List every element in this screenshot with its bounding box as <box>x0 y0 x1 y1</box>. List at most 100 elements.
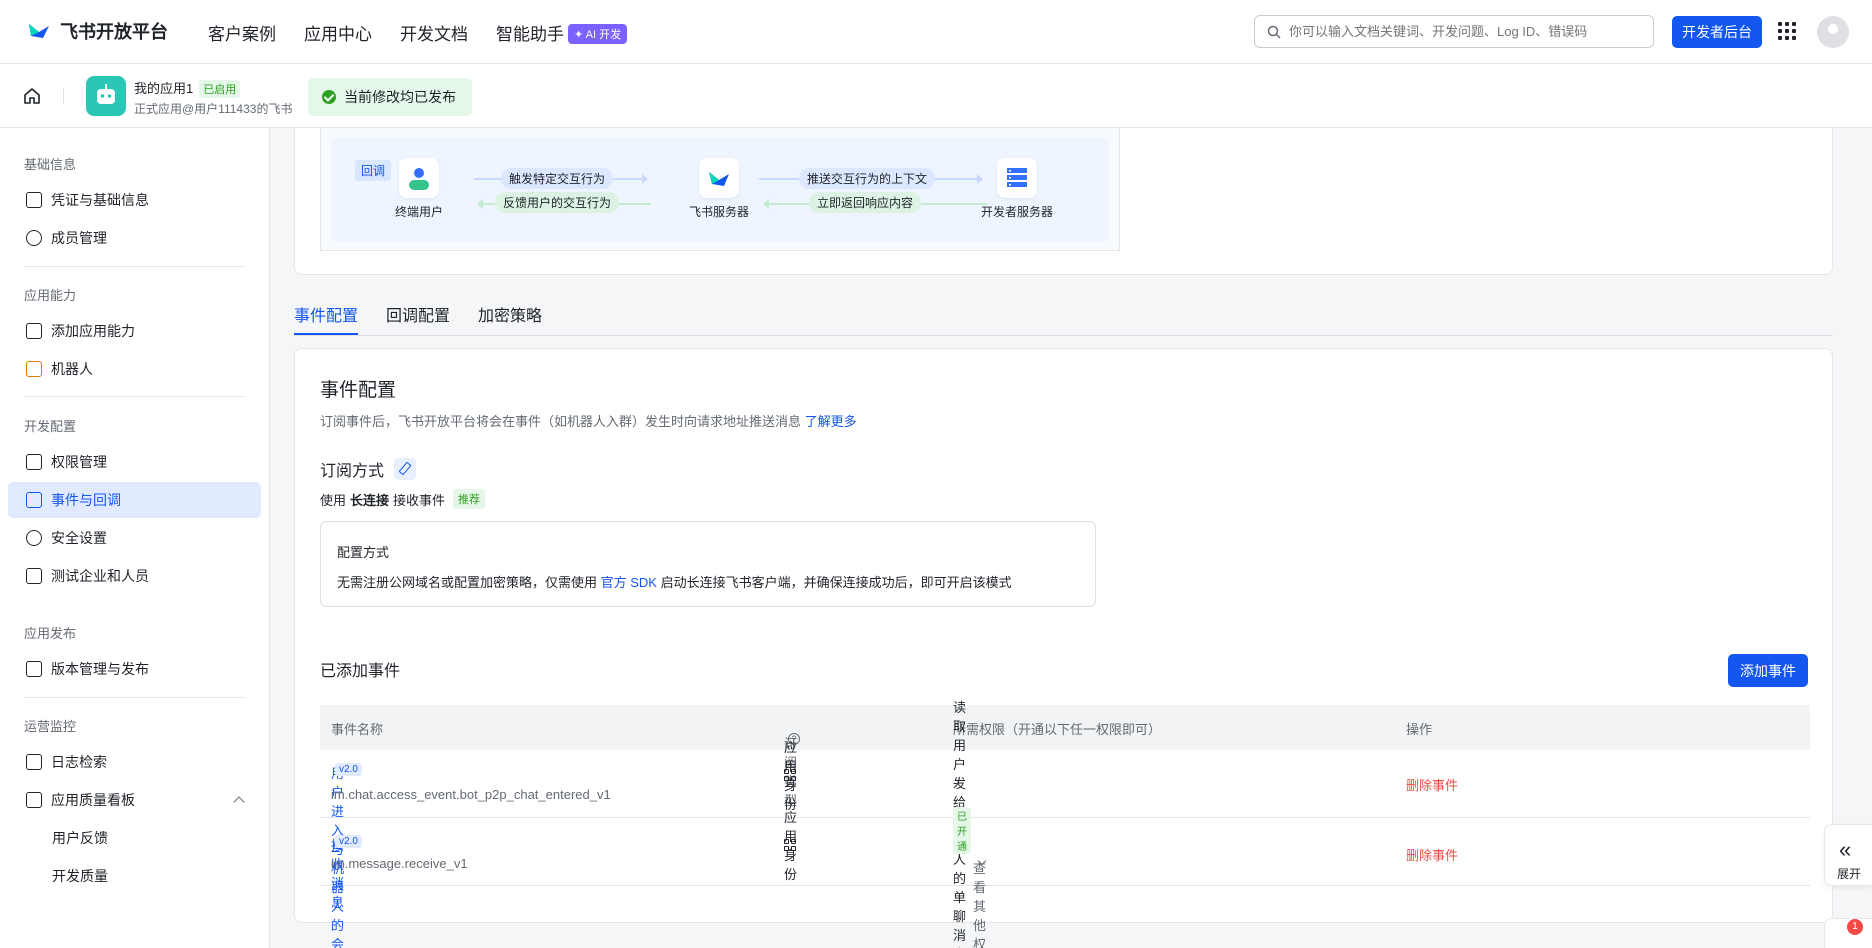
config-method-box: 配置方式 无需注册公网域名或配置加密策略，仅需使用 官方 SDK 启动长连接飞书… <box>320 521 1096 607</box>
sidebar-item-quality-dashboard[interactable]: 应用质量看板 <box>8 782 261 818</box>
subscribe-mode-title: 订阅方式 <box>320 463 385 480</box>
sidebar-item-logs[interactable]: 日志检索 <box>8 744 261 780</box>
apps-grid-icon[interactable] <box>1778 22 1796 40</box>
app-owner: 正式应用@用户111433的飞书 <box>134 102 293 116</box>
view-more-permissions-label: 查看其他权限 <box>973 861 987 948</box>
sidebar-item-permissions[interactable]: 权限管理 <box>8 444 261 480</box>
sidebar: 基础信息 凭证与基础信息 成员管理 应用能力 添加应用能力 机器人 开发配置 权… <box>0 128 270 948</box>
use-prefix: 使用 <box>320 492 347 508</box>
recommend-badge: 推荐 <box>453 489 486 509</box>
grid-plus-icon <box>26 323 42 339</box>
upload-icon <box>26 661 42 677</box>
sidebar-item-label: 用户反馈 <box>52 830 108 846</box>
col-event-name: 事件名称 <box>331 722 384 737</box>
arrow-label-trigger: 触发特定交互行为 <box>501 168 614 189</box>
brand-logo[interactable]: 飞书开放平台 <box>26 18 168 44</box>
sidebar-item-label: 添加应用能力 <box>51 323 135 339</box>
sidebar-item-members[interactable]: 成员管理 <box>8 220 261 256</box>
node-end-user: 终端用户 <box>394 205 443 219</box>
sidebar-item-label: 权限管理 <box>51 454 107 470</box>
sidebar-item-label: 版本管理与发布 <box>51 661 149 677</box>
subscription-type: 应用身份 <box>784 740 798 812</box>
sidebar-group-release: 应用发布 <box>24 626 77 641</box>
developer-server-icon <box>997 158 1037 198</box>
ai-badge: ✦ AI 开发 <box>568 24 628 44</box>
subscribe-mode-heading: 订阅方式 <box>320 457 417 481</box>
add-event-button[interactable]: 添加事件 <box>1728 654 1808 687</box>
sidebar-item-credentials[interactable]: 凭证与基础信息 <box>8 182 261 218</box>
sidebar-item-versions[interactable]: 版本管理与发布 <box>8 651 261 687</box>
delete-event-button[interactable]: 删除事件 <box>1406 845 1458 864</box>
tab-callback-config[interactable]: 回调配置 <box>386 302 450 326</box>
sidebar-item-label: 机器人 <box>51 361 93 377</box>
user-avatar[interactable] <box>1817 16 1849 48</box>
added-events-title: 已添加事件 <box>320 663 401 680</box>
home-icon[interactable] <box>22 86 42 106</box>
developer-console-button[interactable]: 开发者后台 <box>1672 16 1762 48</box>
notification-count-badge: 1 <box>1847 919 1863 935</box>
app-status-badge: 已启用 <box>199 80 241 98</box>
learn-more-link[interactable]: 了解更多 <box>805 414 857 429</box>
nav-customer-cases[interactable]: 客户案例 <box>208 20 276 45</box>
robot-icon <box>26 361 42 377</box>
feishu-server-icon <box>699 158 739 198</box>
sidebar-item-bot[interactable]: 机器人 <box>8 351 261 387</box>
publish-status: 当前修改均已发布 <box>308 78 472 116</box>
config-method-title: 配置方式 <box>337 545 390 560</box>
top-nav: 客户案例 应用中心 开发文档 智能助手 ✦ AI 开发 <box>208 20 628 45</box>
tab-encryption[interactable]: 加密策略 <box>478 302 542 326</box>
event-config-card: 事件配置 订阅事件后，飞书开放平台将会在事件（如机器人入群）发生时向请求地址推送… <box>294 348 1833 948</box>
nav-ai-assistant-label: 智能助手 <box>496 25 564 44</box>
sidebar-item-label: 日志检索 <box>51 754 107 770</box>
sidebar-item-test-tenants[interactable]: 测试企业和人员 <box>8 558 261 594</box>
credential-card-icon <box>26 192 42 208</box>
config-method-text: 无需注册公网域名或配置加密策略，仅需使用 官方 SDK 启动长连接飞书客户端，并… <box>337 572 1012 591</box>
delete-event-button[interactable]: 删除事件 <box>1406 775 1458 794</box>
nav-dev-docs[interactable]: 开发文档 <box>400 20 468 45</box>
end-user-icon <box>399 158 439 198</box>
sidebar-item-events-callbacks[interactable]: 事件与回调 <box>8 482 261 518</box>
top-bar: 飞书开放平台 客户案例 应用中心 开发文档 智能助手✦ AI 开发 开发者后台 <box>0 0 1872 64</box>
divider <box>24 266 245 267</box>
lock-bag-icon <box>26 454 42 470</box>
sidebar-group-monitoring: 运营监控 <box>24 719 77 734</box>
sidebar-group-dev-config: 开发配置 <box>24 419 77 434</box>
divider <box>24 697 245 698</box>
table-row: 接收消息v2.0 im.message.receive_v1 应用身份 读取用户… <box>320 700 1810 948</box>
arrow-label-push: 推送交互行为的上下文 <box>799 168 936 189</box>
sidebar-item-dev-quality[interactable]: 开发质量 <box>8 858 261 894</box>
nav-app-center[interactable]: 应用中心 <box>304 20 372 45</box>
feishu-logo-icon <box>29 24 49 38</box>
nav-ai-assistant[interactable]: 智能助手 ✦ AI 开发 <box>496 20 628 45</box>
sidebar-group-basic: 基础信息 <box>24 157 77 172</box>
event-id: im.chat.access_event.bot_p2p_chat_entere… <box>331 787 611 802</box>
version-badge: v2.0 <box>335 763 362 776</box>
search-box[interactable] <box>1254 15 1654 48</box>
description-text: 订阅事件后，飞书开放平台将会在事件（如机器人入群）发生时向请求地址推送消息 <box>320 414 802 429</box>
sidebar-item-security[interactable]: 安全设置 <box>8 520 261 556</box>
log-search-icon <box>26 754 42 770</box>
arrow-label-feedback: 反馈用户的交互行为 <box>495 192 620 213</box>
event-id: im.message.receive_v1 <box>331 856 468 871</box>
code-icon <box>26 568 42 584</box>
shield-icon <box>26 530 42 546</box>
expand-panel-button[interactable]: « 展开 <box>1824 824 1872 886</box>
app-name[interactable]: 我的应用1 已启用 <box>134 78 241 98</box>
arrow-label-respond: 立即返回响应内容 <box>809 192 922 213</box>
sidebar-item-user-feedback[interactable]: 用户反馈 <box>8 820 261 856</box>
chevron-up-icon <box>233 796 245 808</box>
callback-flow-diagram: 回调 终端用户 飞书服务器 开发者服务器 触发特定交互行为 反馈用户的交互行为 … <box>320 128 1120 251</box>
tab-event-config[interactable]: 事件配置 <box>294 302 358 326</box>
table-row: 用户进入与机器人的会话v2.0 im.chat.access_event.bot… <box>320 740 1810 948</box>
official-sdk-link[interactable]: 官方 SDK <box>601 575 657 590</box>
section-description: 订阅事件后，飞书开放平台将会在事件（如机器人入群）发生时向请求地址推送消息 了解… <box>320 411 857 430</box>
edit-icon[interactable] <box>394 458 417 480</box>
enabled-badge: 已开通 <box>953 806 971 854</box>
cfg-text-b: 启动长连接飞书客户端，并确保连接成功后，即可开启该模式 <box>660 575 1012 590</box>
notification-float-button[interactable]: 1 <box>1824 918 1872 948</box>
app-header: 我的应用1 已启用 正式应用@用户111433的飞书 当前修改均已发布 <box>0 64 1872 128</box>
callback-tag: 回调 <box>355 160 392 181</box>
search-input[interactable] <box>1289 24 1639 39</box>
brand-name: 飞书开放平台 <box>60 22 168 42</box>
sidebar-item-add-capability[interactable]: 添加应用能力 <box>8 313 261 349</box>
